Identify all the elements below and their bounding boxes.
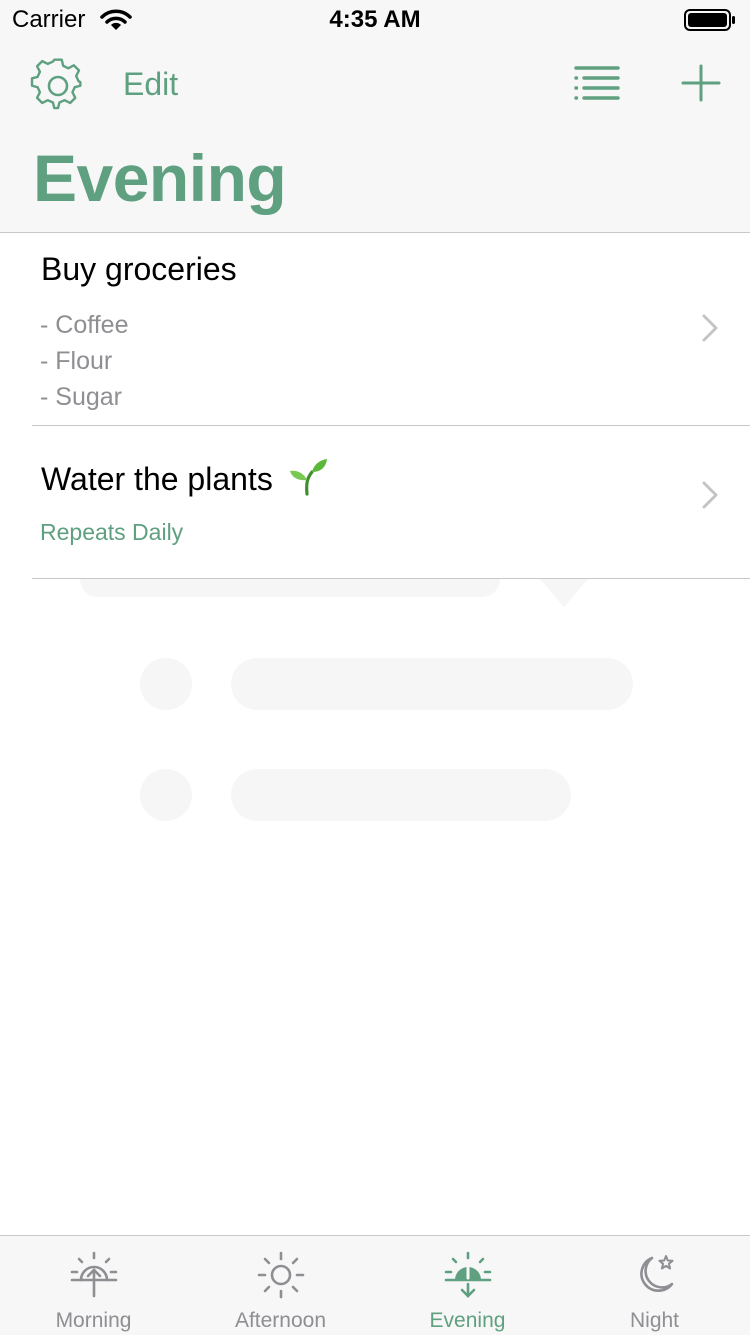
placeholder-dot bbox=[140, 658, 192, 710]
page-title: Evening bbox=[33, 141, 287, 215]
repeat-label: Repeats Daily bbox=[40, 519, 184, 545]
note-line: - Sugar bbox=[40, 383, 122, 411]
chevron-right-icon bbox=[702, 314, 718, 342]
tab-label: Morning bbox=[55, 1309, 132, 1332]
sunrise-icon bbox=[70, 1251, 117, 1298]
tab-morning[interactable]: Morning bbox=[0, 1236, 187, 1335]
tab-label: Evening bbox=[429, 1309, 506, 1332]
task-title-text: Water the plants bbox=[41, 461, 273, 497]
list-view-icon[interactable] bbox=[572, 62, 622, 106]
task-list: Buy groceries - Coffee - Flour - Sugar W… bbox=[0, 233, 750, 579]
status-bar: Carrier 4:35 AM bbox=[0, 0, 750, 40]
chevron-right-icon bbox=[702, 481, 718, 509]
seedling-icon bbox=[289, 459, 327, 496]
placeholder-dot bbox=[140, 769, 192, 821]
task-row-water-plants[interactable]: Water the plants 🌱 Repeats Daily bbox=[32, 426, 750, 579]
moon-star-icon bbox=[639, 1255, 673, 1293]
add-icon[interactable] bbox=[680, 60, 722, 106]
task-row-buy-groceries[interactable]: Buy groceries - Coffee - Flour - Sugar bbox=[32, 233, 750, 426]
tab-evening[interactable]: Evening bbox=[374, 1236, 561, 1335]
placeholder-bubble-tail bbox=[540, 579, 588, 607]
task-notes: - Coffee - Flour - Sugar bbox=[40, 307, 128, 415]
tab-afternoon[interactable]: Afternoon bbox=[187, 1236, 374, 1335]
tab-bar: Morning Afternoon Evening Night bbox=[0, 1235, 750, 1335]
settings-gear-icon[interactable] bbox=[30, 58, 86, 114]
placeholder-bar bbox=[231, 769, 571, 821]
battery-icon bbox=[684, 9, 735, 31]
sun-icon bbox=[257, 1251, 304, 1299]
tab-label: Night bbox=[629, 1309, 680, 1332]
task-title: Water the plants 🌱 bbox=[41, 456, 328, 498]
note-line: - Coffee bbox=[40, 311, 129, 339]
edit-button[interactable]: Edit bbox=[123, 66, 178, 103]
note-line: - Flour bbox=[40, 347, 113, 375]
tab-night[interactable]: Night bbox=[561, 1236, 748, 1335]
navigation-bar: Edit Evening bbox=[0, 40, 750, 233]
tab-label: Afternoon bbox=[234, 1309, 327, 1332]
clock: 4:35 AM bbox=[329, 6, 421, 33]
task-title: Buy groceries bbox=[41, 251, 237, 287]
placeholder-bar bbox=[231, 658, 633, 710]
placeholder-bubble bbox=[80, 579, 500, 597]
sunset-icon bbox=[444, 1251, 491, 1298]
